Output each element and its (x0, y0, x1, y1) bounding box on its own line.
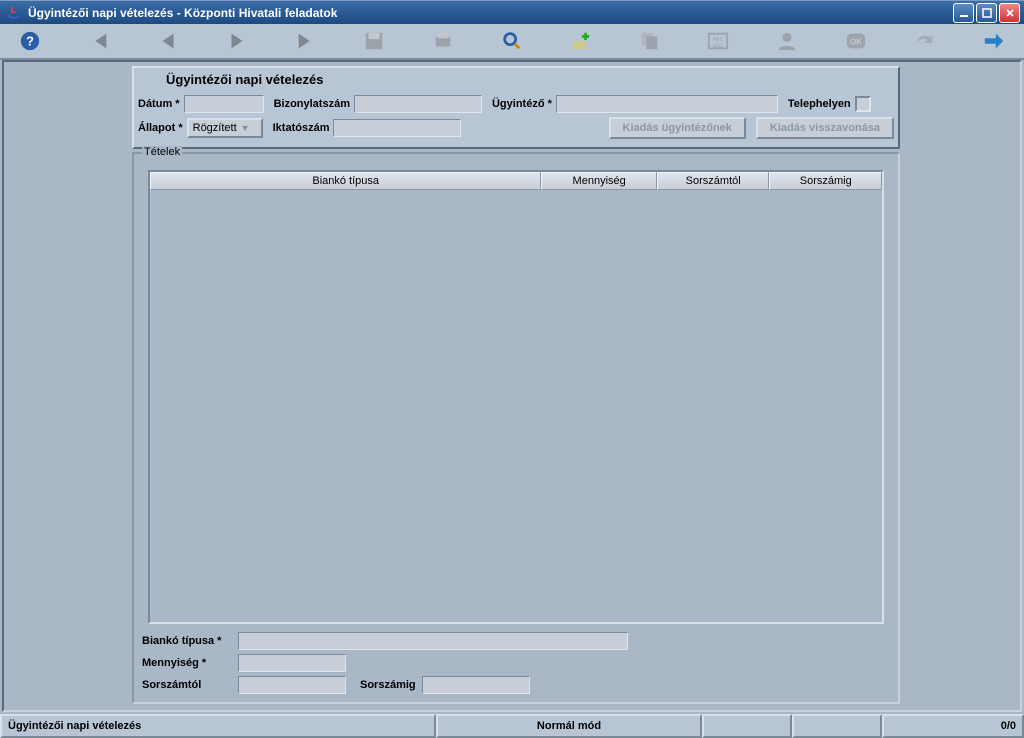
docnum-label: Bizonylatszám (274, 98, 350, 110)
chevron-down-icon: ▼ (241, 123, 250, 133)
lf-from-field[interactable] (238, 676, 346, 694)
first-record-icon[interactable] (87, 27, 112, 55)
maximize-button[interactable] (976, 3, 997, 23)
col-to[interactable]: Sorszámig (769, 172, 882, 190)
forward-icon[interactable] (981, 27, 1006, 55)
items-panel: Tételek Biankó típusa Mennyiség Sorszámt… (132, 152, 900, 704)
lf-type-field[interactable] (238, 632, 628, 650)
content-area: Ügyintézői napi vételezés Dátum * Bizony… (2, 60, 1022, 712)
form-panel: Ügyintézői napi vételezés Dátum * Bizony… (132, 66, 900, 149)
add-icon[interactable] (568, 27, 593, 55)
user-icon[interactable] (775, 27, 800, 55)
statusbar: Ügyintézői napi vételezés Normál mód 0/0 (0, 714, 1024, 738)
window-controls (953, 3, 1022, 23)
last-record-icon[interactable] (293, 27, 318, 55)
status-mode: Normál mód (436, 714, 702, 738)
lf-to-field[interactable] (422, 676, 530, 694)
print-icon[interactable] (431, 27, 456, 55)
lf-qty-label: Mennyiség * (142, 657, 232, 669)
status-left: Ügyintézői napi vételezés (0, 714, 436, 738)
docnum-field[interactable] (354, 95, 482, 113)
save-icon[interactable] (362, 27, 387, 55)
col-type[interactable]: Biankó típusa (150, 172, 541, 190)
lf-qty-field[interactable] (238, 654, 346, 672)
svg-text:AB1: AB1 (713, 43, 723, 49)
status-empty2 (792, 714, 882, 738)
regnum-field[interactable] (333, 119, 461, 137)
minimize-button[interactable] (953, 3, 974, 23)
onsite-checkbox[interactable] (855, 96, 871, 112)
help-icon[interactable]: ? (18, 27, 43, 55)
col-qty[interactable]: Mennyiség (541, 172, 657, 190)
revoke-button[interactable]: Kiadás visszavonása (756, 117, 894, 139)
regnum-label: Iktatószám (273, 122, 330, 134)
lf-to-label: Sorszámig (360, 679, 416, 691)
form-group-title: Ügyintézői napi vételezés (138, 70, 894, 93)
search-icon[interactable] (500, 27, 525, 55)
col-from[interactable]: Sorszámtól (657, 172, 770, 190)
table-header: Biankó típusa Mennyiség Sorszámtól Sorsz… (150, 172, 882, 190)
svg-text:OK: OK (850, 38, 862, 47)
agent-field[interactable] (556, 95, 778, 113)
ok-icon[interactable]: OK (844, 27, 869, 55)
lf-from-label: Sorszámtól (142, 679, 232, 691)
status-value: Rögzített (193, 122, 237, 134)
window-title: Ügyintézői napi vételezés - Központi Hiv… (26, 6, 953, 20)
status-empty1 (702, 714, 792, 738)
table-body[interactable] (150, 190, 882, 622)
onsite-label: Telephelyen (788, 98, 851, 110)
items-legend: Tételek (142, 146, 182, 158)
date-field[interactable] (184, 95, 264, 113)
copy-icon[interactable] (637, 27, 662, 55)
next-record-icon[interactable] (224, 27, 249, 55)
assign-button[interactable]: Kiadás ügyintézőnek (609, 117, 746, 139)
java-icon (6, 5, 22, 21)
lf-type-label: Biankó típusa * (142, 635, 232, 647)
date-label: Dátum * (138, 98, 180, 110)
items-table: Biankó típusa Mennyiség Sorszámtól Sorsz… (148, 170, 884, 624)
window-titlebar: Ügyintézői napi vételezés - Központi Hiv… (0, 0, 1024, 24)
abc-icon[interactable]: ABCAB1 (706, 27, 731, 55)
lower-fields: Biankó típusa * Mennyiség * Sorszámtól S… (142, 630, 890, 696)
close-button[interactable] (999, 3, 1020, 23)
main-toolbar: ? ABCAB1 OK (0, 24, 1024, 60)
agent-label: Ügyintéző * (492, 98, 552, 110)
status-label: Állapot * (138, 122, 183, 134)
svg-text:ABC: ABC (713, 37, 724, 43)
status-count: 0/0 (882, 714, 1024, 738)
status-dropdown[interactable]: Rögzített ▼ (187, 118, 263, 138)
undo-icon[interactable] (912, 27, 937, 55)
svg-text:?: ? (26, 34, 34, 49)
prev-record-icon[interactable] (156, 27, 181, 55)
